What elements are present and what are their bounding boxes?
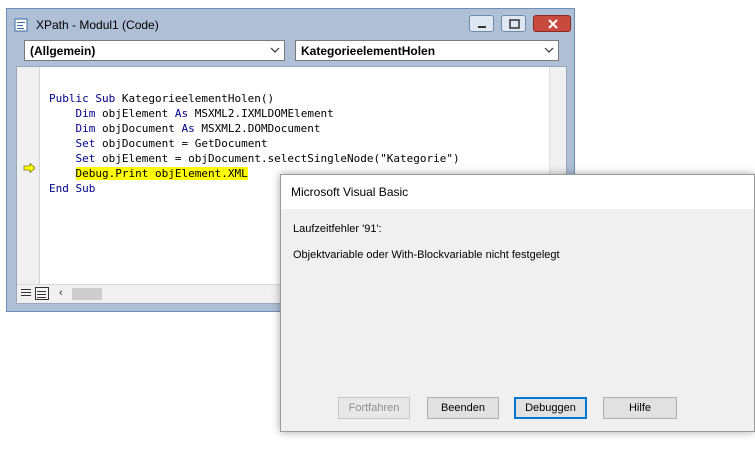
code-statement: Public Sub KategorieelementHolen() <box>49 92 274 105</box>
error-dialog: Microsoft Visual Basic Laufzeitfehler '9… <box>280 174 755 432</box>
keyword-token: As <box>181 122 195 135</box>
scroll-left-icon[interactable]: ‹ <box>59 287 63 299</box>
code-token: objElement <box>95 107 175 120</box>
code-line[interactable]: Public Sub KategorieelementHolen() <box>49 91 460 106</box>
runtime-error-label: Laufzeitfehler '91': <box>293 223 382 235</box>
full-module-view-icon <box>37 291 46 300</box>
execution-arrow-icon <box>23 163 36 173</box>
window-title: XPath - Modul1 (Code) <box>36 18 159 32</box>
code-line[interactable]: Dim objElement As MSXML2.IXMLDOMElement <box>49 106 460 121</box>
dialog-title-bar[interactable]: Microsoft Visual Basic <box>281 175 754 209</box>
error-message: Objektvariable oder With-Blockvariable n… <box>293 249 560 261</box>
code-line[interactable]: Dim objDocument As MSXML2.DOMDocument <box>49 121 460 136</box>
code-statement: End Sub <box>49 182 95 195</box>
vba-code-window-icon <box>14 18 28 32</box>
help-button[interactable]: Hilfe <box>603 397 677 419</box>
code-statement: Set objDocument = GetDocument <box>76 137 268 150</box>
code-token: KategorieelementHolen() <box>115 92 275 105</box>
keyword-token: As <box>174 107 189 120</box>
full-module-view-button[interactable] <box>35 287 49 300</box>
margin-indicator-bar[interactable] <box>17 67 40 285</box>
keyword-token: Dim <box>75 107 96 120</box>
horizontal-scroll-thumb[interactable] <box>72 288 102 300</box>
code-statement: Dim objElement As MSXML2.IXMLDOMElement <box>76 107 334 120</box>
minimize-icon <box>478 26 486 28</box>
procedure-dropdown-value: KategorieelementHolen <box>301 44 436 58</box>
object-dropdown-value: (Allgemein) <box>30 44 96 58</box>
code-token: MSXML2.IXMLDOMElement <box>188 107 334 120</box>
object-dropdown[interactable]: (Allgemein) <box>24 40 285 61</box>
code-line[interactable]: Set objElement = objDocument.selectSingl… <box>49 151 460 166</box>
code-statement: Set objElement = objDocument.selectSingl… <box>76 152 460 165</box>
chevron-down-icon <box>544 47 554 53</box>
close-button[interactable] <box>533 15 571 32</box>
code-line[interactable]: Set objDocument = GetDocument <box>49 136 460 151</box>
procedure-view-icon <box>21 289 31 296</box>
code-token: objDocument = GetDocument <box>95 137 268 150</box>
code-token: Debug.Print objElement.XML <box>75 167 248 180</box>
continue-button[interactable]: Fortfahren <box>338 397 410 419</box>
current-statement-highlight: Debug.Print objElement.XML <box>75 167 248 180</box>
keyword-token: Public Sub <box>49 92 116 105</box>
maximize-button[interactable] <box>501 15 526 32</box>
dialog-title: Microsoft Visual Basic <box>291 185 409 199</box>
keyword-token: End Sub <box>49 182 96 195</box>
end-button[interactable]: Beenden <box>427 397 499 419</box>
keyword-token: Dim <box>75 122 96 135</box>
chevron-down-icon <box>270 47 280 53</box>
code-statement: Dim objDocument As MSXML2.DOMDocument <box>76 122 321 135</box>
title-bar[interactable]: XPath - Modul1 (Code) <box>7 9 574 40</box>
procedure-view-button[interactable] <box>19 287 33 300</box>
keyword-token: Set <box>75 152 96 165</box>
code-token: objDocument <box>95 122 182 135</box>
procedure-dropdown[interactable]: KategorieelementHolen <box>295 40 559 61</box>
minimize-button[interactable] <box>469 15 494 32</box>
code-token: MSXML2.DOMDocument <box>194 122 321 135</box>
keyword-token: Set <box>75 137 96 150</box>
maximize-icon <box>509 19 520 29</box>
close-icon <box>548 19 558 29</box>
debug-button[interactable]: Debuggen <box>514 397 587 419</box>
code-token: objElement = objDocument.selectSingleNod… <box>95 152 460 165</box>
